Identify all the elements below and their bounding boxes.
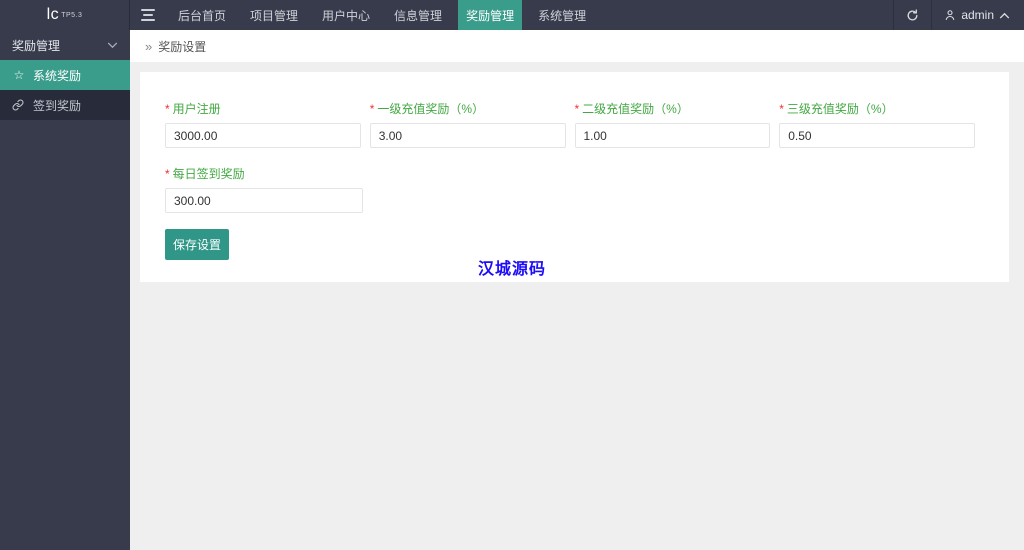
field-user-register: * 用户注册 [165, 100, 361, 148]
field-label: 一级充值奖励（%） [377, 102, 485, 116]
top-nav: 后台首页 项目管理 用户中心 信息管理 奖励管理 系统管理 [166, 0, 598, 30]
level2-recharge-input[interactable] [574, 123, 771, 148]
sidebar-item-label: 系统奖励 [33, 68, 82, 83]
nav-item-rewards[interactable]: 奖励管理 [458, 0, 523, 30]
save-settings-button[interactable]: 保存设置 [165, 229, 230, 260]
refresh-button[interactable] [893, 0, 931, 30]
user-register-input[interactable] [165, 123, 361, 148]
user-menu[interactable]: admin [931, 0, 1024, 30]
required-mark: * [369, 102, 375, 116]
required-mark: * [779, 102, 784, 116]
main-content: » 奖励设置 *用户注册 *一级充值奖励（%） *二级充值奖励（%） *三级充值 [130, 30, 1024, 550]
field-label: 二级充值奖励（%） [582, 102, 689, 116]
field-level1-recharge: * 一级充值奖励（%） [369, 100, 566, 148]
chevron-up-icon [999, 12, 1010, 19]
field-label: 每日签到奖励 [172, 167, 245, 181]
field-daily-signin: * 每日签到奖励 [165, 165, 363, 213]
level3-recharge-input[interactable] [779, 123, 975, 148]
sidebar: 奖励管理 ☆ 系统奖励 签到奖励 [0, 30, 130, 550]
breadcrumb-separator-icon: » [145, 38, 153, 54]
field-level3-recharge: * 三级充值奖励（%） [779, 100, 975, 148]
sidebar-group-label: 奖励管理 [12, 38, 61, 53]
breadcrumb: » 奖励设置 [130, 30, 1024, 62]
sidebar-item-signin-reward[interactable]: 签到奖励 [0, 90, 130, 120]
app-logo[interactable]: lc TP5.3 [0, 0, 130, 30]
required-mark: * [165, 167, 170, 181]
field-label: 用户注册 [172, 102, 221, 116]
star-icon: ☆ [13, 68, 25, 82]
sidebar-item-system-reward[interactable]: ☆ 系统奖励 [0, 60, 130, 90]
field-level2-recharge: * 二级充值奖励（%） [574, 100, 771, 148]
daily-signin-input[interactable] [165, 188, 363, 213]
required-mark: * [574, 102, 580, 116]
username: admin [961, 8, 994, 22]
refresh-icon [906, 8, 919, 22]
nav-item-system[interactable]: 系统管理 [530, 0, 594, 30]
chevron-down-icon [107, 42, 118, 49]
nav-item-dashboard[interactable]: 后台首页 [170, 0, 234, 30]
logo-version: TP5.3 [61, 11, 83, 19]
topbar: lc TP5.3 后台首页 项目管理 用户中心 信息管理 奖励管理 系统管理 a… [0, 0, 1024, 30]
logo-text: lc [46, 6, 60, 23]
nav-item-info[interactable]: 信息管理 [386, 0, 450, 30]
nav-item-users[interactable]: 用户中心 [314, 0, 378, 30]
topbar-right: admin [893, 0, 1024, 30]
user-icon [944, 9, 956, 21]
level1-recharge-input[interactable] [369, 123, 566, 148]
form-row-1: *用户注册 *一级充值奖励（%） *二级充值奖励（%） *三级充值奖励（%） [165, 100, 984, 148]
sidebar-item-label: 签到奖励 [33, 98, 82, 113]
sidebar-group-rewards[interactable]: 奖励管理 [0, 30, 130, 60]
nav-item-projects[interactable]: 项目管理 [242, 0, 306, 30]
required-mark: * [165, 102, 170, 116]
link-icon [12, 99, 26, 111]
collapse-menu-icon[interactable] [130, 0, 166, 30]
reward-settings-card: *用户注册 *一级充值奖励（%） *二级充值奖励（%） *三级充值奖励（%） [140, 72, 1009, 282]
form-row-2: * 每日签到奖励 [165, 165, 984, 213]
breadcrumb-title: 奖励设置 [158, 39, 207, 54]
page: lc TP5.3 后台首页 项目管理 用户中心 信息管理 奖励管理 系统管理 a… [0, 0, 1024, 550]
field-label: 三级充值奖励（%） [786, 102, 894, 116]
